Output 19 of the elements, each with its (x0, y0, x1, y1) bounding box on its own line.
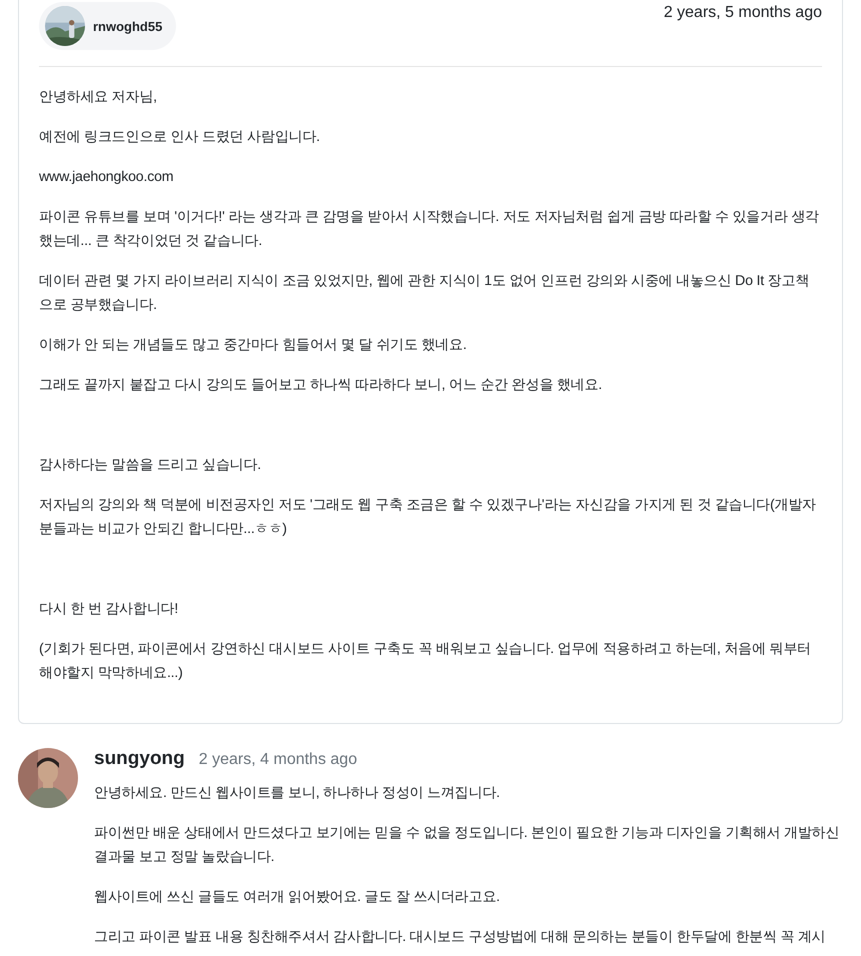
comment-paragraph: 그리고 파이콘 발표 내용 칭찬해주셔서 감사합니다. 대시보드 구성방법에 대해 문의하는 분들이 한두달에 한분씩 꼭 계시 (94, 927, 827, 946)
timestamp: 2 years, 5 months ago (664, 3, 822, 22)
comment-paragraph: 다시 한 번 감사합니다! (39, 600, 180, 619)
comment-paragraph: 안녕하세요. 만드신 웹사이트를 보니, 하나하나 정성이 느껴집니다. (94, 783, 501, 802)
comment-paragraph: 감사하다는 말씀을 드리고 싶습니다. (39, 456, 262, 475)
author-chip[interactable]: rnwoghd55 (39, 2, 176, 50)
comment-paragraph: 데이터 관련 몇 가지 라이브러리 지식이 조금 있었지만, 웹에 관한 지식이 1도 없어 인프런 강의와 시중에 내놓으신 Do It 장고책으로 공부했습니다. (39, 272, 810, 315)
comment-paragraph: 파이콘 유튜브를 보며 '이거다!' 라는 생각과 큰 감명을 받아서 시작했습니다. 저도 저자님처럼 쉽게 금방 따라할 수 있을거라 생각했는데... 큰 착각이었던 것 같습니다. (39, 208, 820, 251)
comment-paragraph: 파이썬만 배운 상태에서 만드셨다고 보기에는 믿을 수 없을 정도입니다. 본인이 필요한 기능과 디자인을 기획해서 개발하신 결과물 보고 정말 놀랐습니다. (94, 823, 840, 866)
comment-paragraph: 그래도 끝까지 붙잡고 다시 강의도 들어보고 하나씩 따라하다 보니, 어느 순간 완성을 했네요. (39, 376, 603, 395)
author-name: sungyong (94, 748, 185, 770)
comment-paragraph: (기회가 된다면, 파이콘에서 강연하신 대시보드 사이트 구축도 꼭 배워보고 싶습니다. 업무에 적용하려고 하는데, 처음에 뭐부터 해야할지 막막하네요...) (39, 640, 812, 683)
comment-paragraph: 이해가 안 되는 개념들도 많고 중간마다 힘들어서 몇 달 쉬기도 했네요. (39, 336, 468, 355)
comment-paragraph: 저자님의 강의와 책 덕분에 비전공자인 저도 '그래도 웹 구축 조금은 할 수 있겠구나'라는 자신감을 가지게 된 것 같습니다(개발자분들과는 비교가 안되긴 합니다만...ㅎㅎ) (39, 496, 817, 539)
comment-paragraph: www.jaehongkoo.com (39, 168, 174, 187)
comment-paragraph: 안녕하세요 저자님, (39, 88, 158, 107)
timestamp: 2 years, 4 months ago (198, 751, 358, 769)
comment-paragraph: 예전에 링크드인으로 인사 드렸던 사람입니다. (39, 128, 321, 147)
comment-paragraph: 웹사이트에 쓰신 글들도 여러개 읽어봤어요. 글도 잘 쓰시더라고요. (94, 887, 501, 906)
